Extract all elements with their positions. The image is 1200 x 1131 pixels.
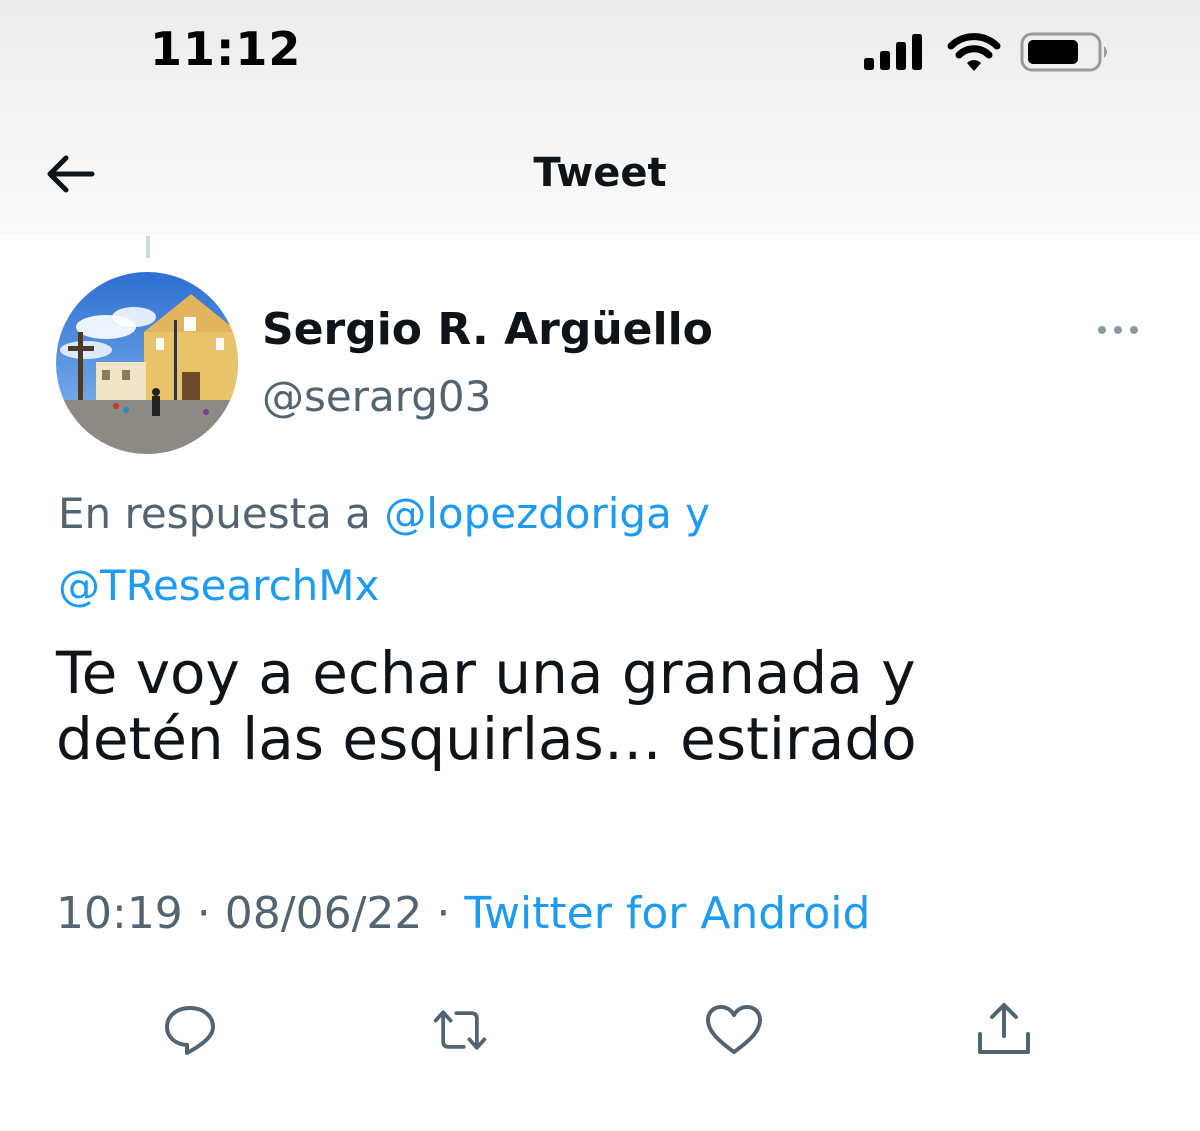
wifi-icon xyxy=(947,33,1001,71)
tweet-text-line: Te voy a echar una granada y xyxy=(56,639,916,707)
share-icon xyxy=(978,1003,1030,1054)
reply-conjunction: y xyxy=(671,489,711,538)
share-button[interactable] xyxy=(974,1000,1034,1060)
tweet-time: 10:19 xyxy=(56,888,183,939)
meta-separator: · xyxy=(422,888,465,939)
more-options-button[interactable] xyxy=(1096,318,1140,347)
user-handle[interactable]: @serarg03 xyxy=(262,372,491,421)
retweet-icon xyxy=(433,1010,487,1050)
comment-icon xyxy=(165,1006,215,1055)
tweet-metadata: 10:19 · 08/06/22 · Twitter for Android xyxy=(56,888,870,939)
avatar[interactable] xyxy=(56,272,238,454)
battery-icon xyxy=(1020,32,1107,72)
tweet-date: 08/06/22 xyxy=(224,888,423,939)
tweet-text: Te voy a echar una granada y detén las e… xyxy=(56,640,1166,772)
display-name[interactable]: Sergio R. Argüello xyxy=(262,304,713,355)
heart-icon xyxy=(706,1005,762,1054)
tweet-text-line: detén las esquirlas… estirado xyxy=(56,705,917,773)
more-dots-icon xyxy=(1098,326,1138,334)
cellular-signal-icon xyxy=(864,34,922,70)
meta-separator: · xyxy=(182,888,225,939)
reply-button[interactable] xyxy=(160,1000,220,1060)
like-button[interactable] xyxy=(704,1000,764,1060)
mention-link[interactable]: @TResearchMx xyxy=(58,561,379,610)
top-bar: 11:12 Tweet xyxy=(0,0,1200,235)
reply-prefix: En respuesta a xyxy=(58,489,385,538)
avatar-photo xyxy=(56,272,238,454)
thread-connector xyxy=(146,236,150,258)
reply-context: En respuesta a @lopezdoriga y @TResearch… xyxy=(58,478,1158,622)
page-title: Tweet xyxy=(533,150,667,196)
status-time: 11:12 xyxy=(150,22,302,76)
mention-link[interactable]: @lopezdoriga xyxy=(384,489,672,538)
retweet-button[interactable] xyxy=(430,1000,490,1060)
tweet-source-link[interactable]: Twitter for Android xyxy=(464,888,870,939)
